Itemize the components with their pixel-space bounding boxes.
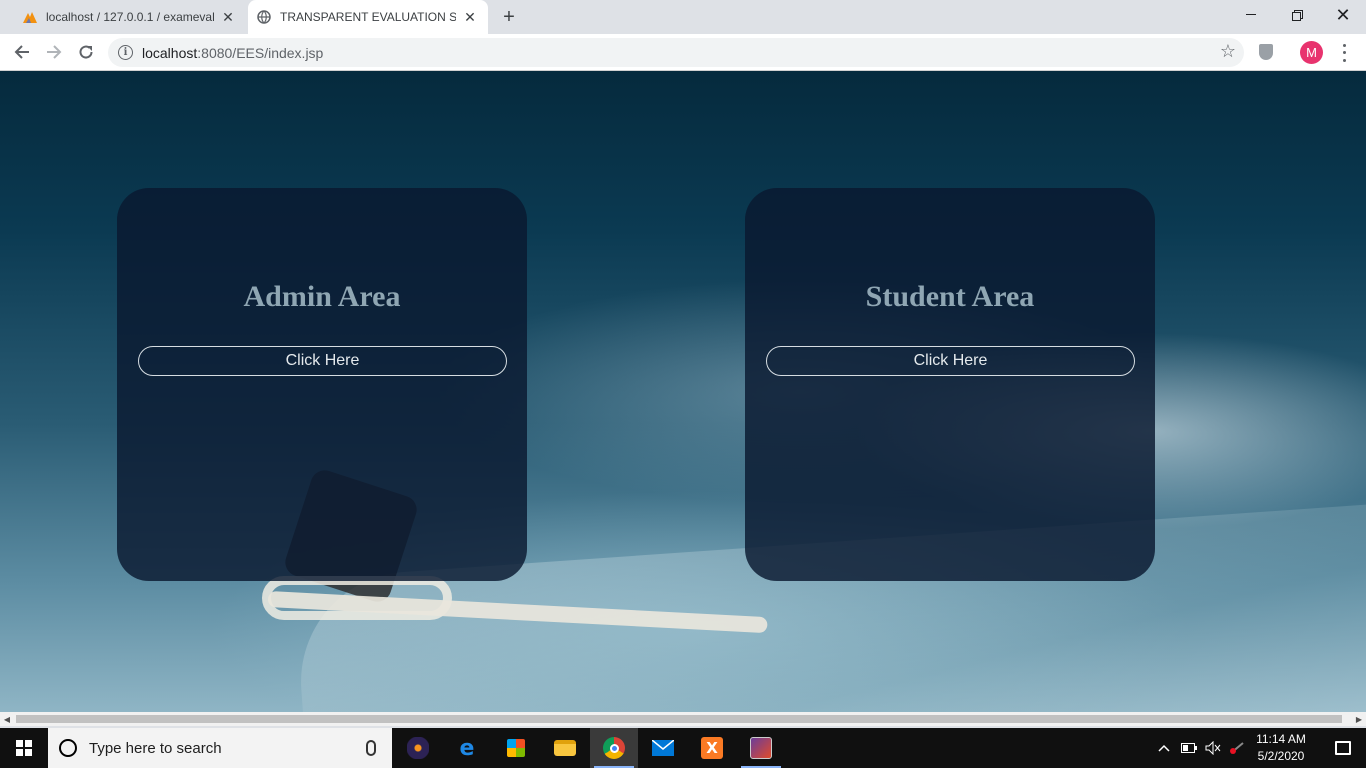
chrome-icon[interactable] bbox=[590, 728, 638, 768]
browser-toolbar: i localhost:8080/EES/index.jsp ☆ M bbox=[0, 34, 1366, 71]
clock-time: 11:14 AM bbox=[1256, 732, 1306, 746]
tab-title: TRANSPARENT EVALUATION SYS bbox=[280, 10, 456, 24]
edge-icon[interactable]: e bbox=[443, 728, 491, 768]
admin-area-card: Admin Area Click Here bbox=[117, 188, 527, 581]
back-arrow-icon[interactable] bbox=[10, 40, 34, 64]
extension-shield-icon[interactable] bbox=[1259, 44, 1273, 60]
clock-date: 5/2/2020 bbox=[1257, 749, 1305, 763]
scrollbar-thumb[interactable] bbox=[16, 715, 1342, 723]
eclipse-icon[interactable] bbox=[394, 728, 442, 768]
student-area-title: Student Area bbox=[865, 280, 1035, 313]
search-placeholder: Type here to search bbox=[89, 739, 222, 757]
taskbar-search-box[interactable]: Type here to search bbox=[48, 728, 392, 768]
phpmyadmin-icon bbox=[22, 9, 38, 25]
windows-logo-icon bbox=[16, 740, 32, 756]
minimize-icon[interactable] bbox=[1228, 0, 1274, 30]
url-text[interactable]: localhost:8080/EES/index.jsp bbox=[142, 45, 323, 61]
menu-kebab-icon[interactable] bbox=[1336, 42, 1352, 64]
network-icon[interactable] bbox=[1226, 728, 1248, 768]
student-area-card: Student Area Click Here bbox=[745, 188, 1155, 581]
restore-icon[interactable] bbox=[1274, 0, 1320, 30]
chevron-up-icon[interactable] bbox=[1154, 728, 1174, 768]
close-tab-icon[interactable]: ✕ bbox=[462, 9, 478, 25]
taskbar: Type here to search e ꓫ 11:14 AM 5/2/202… bbox=[0, 728, 1366, 768]
scroll-left-icon[interactable]: ◀ bbox=[0, 712, 14, 726]
scroll-right-icon[interactable]: ▶ bbox=[1352, 712, 1366, 726]
new-tab-button[interactable]: + bbox=[498, 6, 520, 28]
cortana-icon bbox=[59, 739, 77, 757]
forward-arrow-icon[interactable] bbox=[42, 40, 66, 64]
reload-icon[interactable] bbox=[74, 40, 98, 64]
page-background: Admin Area Click Here Student Area Click… bbox=[0, 71, 1366, 712]
student-click-here-button[interactable]: Click Here bbox=[766, 346, 1135, 376]
site-info-icon[interactable]: i bbox=[118, 45, 133, 60]
horizontal-scrollbar[interactable]: ◀ ▶ bbox=[0, 712, 1366, 726]
microphone-icon[interactable] bbox=[366, 740, 376, 756]
mail-icon[interactable] bbox=[639, 728, 687, 768]
start-button[interactable] bbox=[0, 728, 48, 768]
profile-avatar[interactable]: M bbox=[1300, 41, 1323, 64]
app-icon[interactable] bbox=[737, 728, 785, 768]
xampp-icon[interactable]: ꓫ bbox=[688, 728, 736, 768]
admin-click-here-button[interactable]: Click Here bbox=[138, 346, 507, 376]
volume-muted-icon[interactable] bbox=[1202, 728, 1224, 768]
address-bar[interactable]: i localhost:8080/EES/index.jsp ☆ bbox=[108, 38, 1244, 67]
url-path: :8080/EES/index.jsp bbox=[197, 45, 324, 61]
url-host: localhost bbox=[142, 45, 198, 61]
battery-icon[interactable] bbox=[1178, 728, 1200, 768]
notification-center-icon[interactable] bbox=[1320, 728, 1366, 768]
system-clock[interactable]: 11:14 AM 5/2/2020 bbox=[1246, 731, 1316, 765]
store-icon[interactable] bbox=[492, 728, 540, 768]
close-window-icon[interactable]: ✕ bbox=[1320, 0, 1366, 30]
tab-strip: localhost / 127.0.0.1 / examevalu ✕ TRAN… bbox=[0, 0, 1366, 34]
tab-transparent-evaluation[interactable]: TRANSPARENT EVALUATION SYS ✕ bbox=[248, 0, 488, 34]
bookmark-star-icon[interactable]: ☆ bbox=[1220, 41, 1236, 62]
file-explorer-icon[interactable] bbox=[541, 728, 589, 768]
tab-title: localhost / 127.0.0.1 / examevalu bbox=[46, 10, 214, 24]
tab-phpmyadmin[interactable]: localhost / 127.0.0.1 / examevalu ✕ bbox=[14, 0, 246, 34]
close-tab-icon[interactable]: ✕ bbox=[220, 9, 236, 25]
globe-icon bbox=[256, 9, 272, 25]
admin-area-title: Admin Area bbox=[243, 280, 401, 313]
